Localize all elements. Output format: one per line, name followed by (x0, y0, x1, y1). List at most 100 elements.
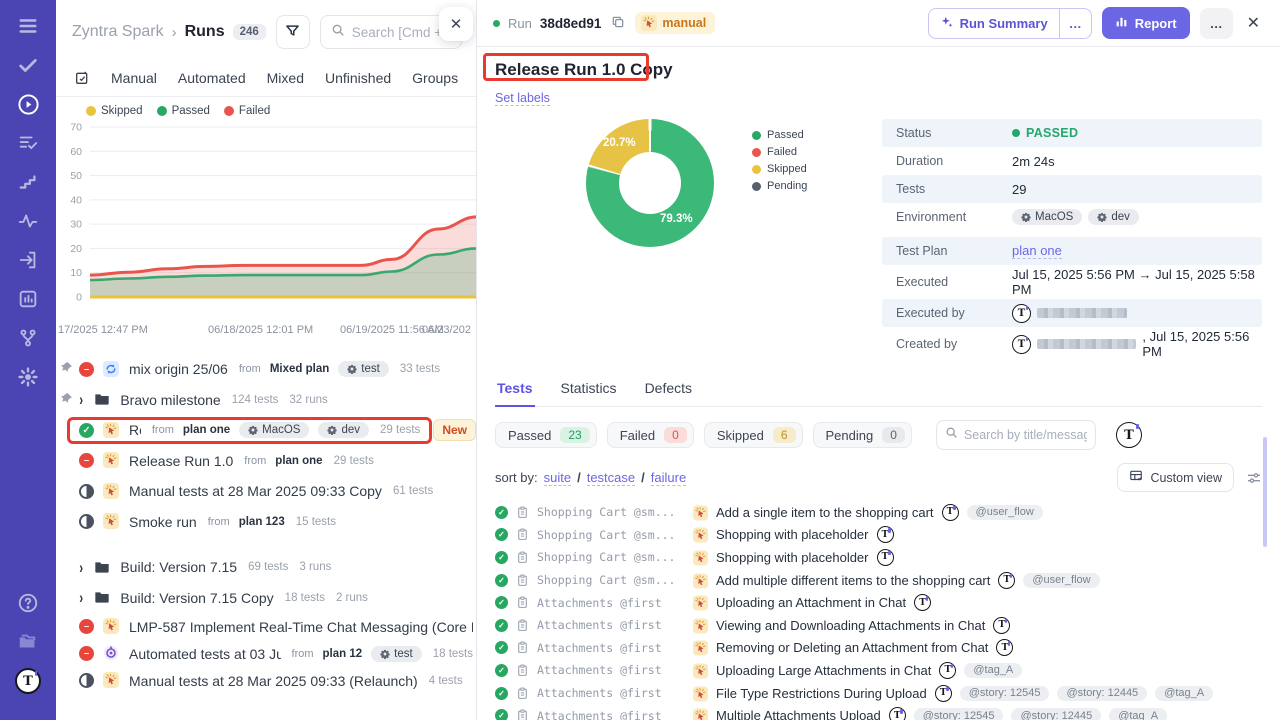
run-name: Manual tests at 28 Mar 2025 09:33 (Relau… (129, 673, 418, 689)
help-icon[interactable] (16, 591, 40, 615)
tab-statistics[interactable]: Statistics (559, 378, 619, 406)
chevron-right-icon[interactable]: › (79, 588, 83, 607)
analytics-icon[interactable] (16, 287, 40, 311)
breadcrumb-section[interactable]: Runs (185, 23, 225, 41)
run-list-item[interactable]: ›Build: Version 7.15 Copy18 tests2 runs (76, 583, 476, 614)
filter-button[interactable] (276, 15, 310, 49)
run-list-item[interactable]: Smoke runfromplan 12315 tests (76, 507, 476, 538)
bar-chart-icon (1115, 15, 1128, 31)
runs-search-input[interactable] (352, 25, 451, 40)
test-row[interactable]: ✓Shopping Cart @sm...Shopping with place… (495, 524, 1262, 547)
sort-by-testcase-link[interactable]: testcase (587, 470, 635, 486)
runs-panel-close-button[interactable]: ✕ (439, 7, 473, 41)
test-plan-link[interactable]: plan one (1012, 243, 1062, 259)
test-row[interactable]: ✓Attachments @firstViewing and Downloadi… (495, 614, 1262, 637)
test-row[interactable]: ✓Attachments @firstRemoving or Deleting … (495, 637, 1262, 660)
filter-chip-failed[interactable]: Failed0 (607, 422, 694, 448)
test-row[interactable]: ✓Shopping Cart @sm...Add multiple differ… (495, 569, 1262, 592)
user-avatar: T (1012, 335, 1031, 354)
run-list-item[interactable]: Manual tests at 28 Mar 2025 09:33 (Relau… (76, 667, 476, 694)
info-row-duration: Duration2m 24s (882, 147, 1262, 175)
svg-text:40: 40 (70, 194, 82, 206)
run-plan-link[interactable]: plan one (183, 424, 230, 436)
runs-tab-unfinished[interactable]: Unfinished (325, 70, 391, 86)
run-tests-count: 29 tests (334, 455, 374, 467)
sign-in-icon[interactable] (16, 248, 40, 272)
run-list-item[interactable]: ›Build: Version 7.1569 tests3 runs (76, 552, 476, 583)
settings-gear-icon[interactable] (16, 365, 40, 389)
tasks-check-icon[interactable] (16, 53, 40, 77)
details-scrollbar-thumb[interactable] (1263, 437, 1267, 547)
chart-legend: SkippedPassedFailed (56, 105, 476, 117)
info-value: Jul 15, 2025 5:56 PM → Jul 15, 2025 5:58… (1012, 267, 1262, 297)
run-status-failed-icon: – (79, 619, 94, 634)
runs-tab-automated[interactable]: Automated (178, 70, 246, 86)
custom-view-button[interactable]: Custom view (1117, 463, 1234, 492)
tests-search-input[interactable] (964, 428, 1087, 442)
run-summary-button[interactable]: Run Summary (929, 9, 1059, 38)
run-list-item[interactable]: –mix origin 25/06fromMixed plantest33 te… (76, 354, 476, 385)
activity-icon[interactable] (16, 209, 40, 233)
set-labels-link[interactable]: Set labels (495, 91, 550, 106)
test-row[interactable]: ✓Attachments @firstFile Type Restriction… (495, 682, 1262, 705)
menu-icon[interactable] (16, 14, 40, 38)
test-row[interactable]: ✓Shopping Cart @sm...Add a single item t… (495, 501, 1262, 524)
copy-run-id-button[interactable] (609, 13, 627, 34)
run-list-item[interactable]: –Automated tests at 03 Jul 2025 13:25fro… (76, 640, 476, 667)
legend-dot (224, 106, 234, 116)
projects-folder-icon[interactable] (16, 630, 40, 654)
filter-chip-passed[interactable]: Passed23 (495, 422, 597, 448)
more-actions-button[interactable]: … (1200, 8, 1233, 39)
user-avatar: T (998, 572, 1015, 589)
sort-row: sort by: suite / testcase / failure Cust… (495, 463, 1262, 492)
test-cases-icon[interactable] (16, 131, 40, 155)
run-plan-link[interactable]: plan 12 (323, 648, 363, 660)
runs-tab-groups[interactable]: Groups (412, 70, 458, 86)
breadcrumb-project[interactable]: Zyntra Spark (72, 23, 164, 41)
run-list-item[interactable]: ✓Release Run 1.0 Copyfromplan oneMacOSde… (76, 415, 476, 446)
filter-chip-skipped[interactable]: Skipped6 (704, 422, 803, 448)
runs-tab-mixed[interactable]: Mixed (267, 70, 304, 86)
test-row[interactable]: ✓Attachments @firstUploading Large Attac… (495, 659, 1262, 682)
test-row[interactable]: ✓Attachments @firstMultiple Attachments … (495, 704, 1262, 720)
branch-icon[interactable] (16, 326, 40, 350)
run-plan-link[interactable]: plan one (275, 455, 322, 467)
run-from-label: from (244, 455, 266, 467)
run-summary-more-button[interactable]: … (1059, 9, 1091, 38)
chevron-right-icon[interactable]: › (79, 558, 83, 577)
run-list-item[interactable]: ›Bravo milestone124 tests32 runs (76, 385, 476, 416)
tab-tests[interactable]: Tests (495, 378, 535, 407)
svg-text:50: 50 (70, 170, 82, 182)
run-plan-link[interactable]: plan 123 (239, 516, 285, 528)
test-row[interactable]: ✓Shopping Cart @sm...Shopping with place… (495, 546, 1262, 569)
run-status-dot (493, 20, 500, 27)
redacted-username (1037, 339, 1136, 349)
compose-icon[interactable] (74, 70, 90, 86)
test-suite-name: Shopping Cart @sm... (537, 505, 685, 519)
environment-badge: dev (1088, 209, 1139, 225)
chevron-right-icon[interactable]: › (79, 390, 83, 409)
runs-tab-manual[interactable]: Manual (111, 70, 157, 86)
run-list-item[interactable]: –Release Run 1.0fromplan one29 tests (76, 446, 476, 477)
test-row[interactable]: ✓Attachments @firstUploading an Attachme… (495, 591, 1262, 614)
donut-legend-item: Passed (752, 129, 807, 141)
close-details-icon[interactable]: ✕ (1243, 13, 1264, 33)
tab-defects[interactable]: Defects (643, 378, 694, 406)
run-list-item[interactable]: –LMP-587 Implement Real-Time Chat Messag… (76, 613, 476, 640)
clipboard-icon (516, 596, 529, 609)
run-tests-count: 29 tests (380, 424, 420, 436)
sort-by-suite-link[interactable]: suite (544, 470, 571, 486)
filter-count-badge: 6 (773, 427, 796, 443)
workspace-avatar[interactable]: T (16, 669, 40, 693)
steps-icon[interactable] (16, 170, 40, 194)
run-plan-link[interactable]: Mixed plan (270, 363, 329, 375)
sort-by-failure-link[interactable]: failure (651, 470, 686, 486)
sliders-icon[interactable] (1246, 470, 1262, 486)
run-list-item[interactable]: Manual tests at 28 Mar 2025 09:33 Copy61… (76, 476, 476, 507)
assignee-filter-avatar[interactable]: T (1116, 422, 1142, 448)
test-title: Add a single item to the shopping cart (716, 505, 934, 520)
run-status-passed-icon: ✓ (79, 423, 94, 438)
report-button[interactable]: Report (1102, 7, 1190, 39)
filter-chip-pending[interactable]: Pending0 (813, 422, 912, 448)
runs-play-icon[interactable] (16, 92, 40, 116)
